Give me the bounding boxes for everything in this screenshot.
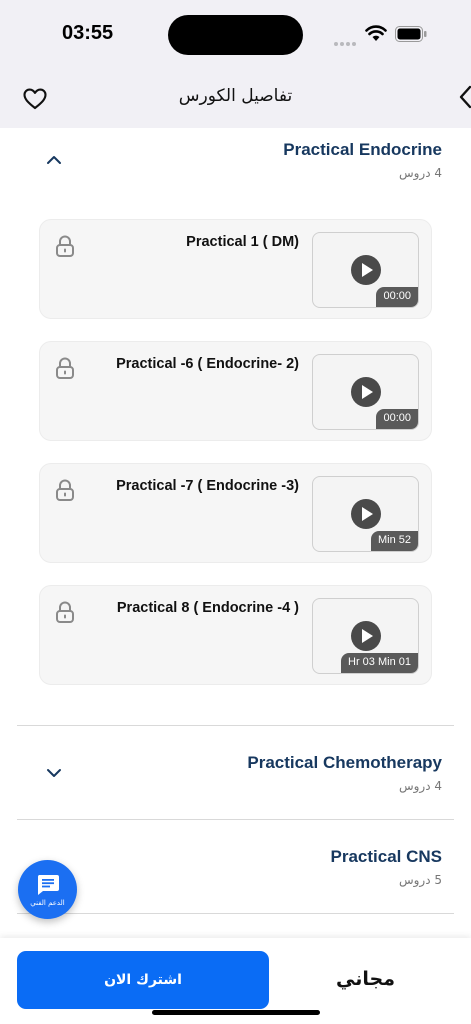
lesson-item[interactable]: Practical -7 ( Endocrine -3) Min 52 xyxy=(39,463,432,563)
support-label: الدعم الفني xyxy=(30,899,65,907)
lock-icon xyxy=(56,357,74,379)
lesson-item[interactable]: Practical 1 ( DM) 00:00 xyxy=(39,219,432,319)
page-title: تفاصيل الكورس xyxy=(178,86,293,106)
lesson-item[interactable]: Practical 8 ( Endocrine -4 ) Hr 03 Min 0… xyxy=(39,585,432,685)
lock-icon xyxy=(56,601,74,623)
price-label: مجاني xyxy=(336,968,395,990)
chevron-down-icon xyxy=(47,769,61,777)
lock-icon xyxy=(56,235,74,257)
section-lesson-count: 4 دروس xyxy=(398,166,442,180)
play-icon[interactable] xyxy=(351,255,381,285)
course-content: Practical Endocrine 4 دروس Practical 1 (… xyxy=(0,128,471,938)
duration-badge: Min 52 xyxy=(370,531,418,551)
wifi-icon xyxy=(365,25,387,41)
duration-badge: Hr 03 Min 01 xyxy=(341,653,418,673)
support-chat-button[interactable]: الدعم الفني xyxy=(18,860,77,919)
section-lesson-count: 5 دروس xyxy=(398,873,442,887)
chevron-up-icon xyxy=(47,156,61,164)
section-header-practical-chemotherapy[interactable]: Practical Chemotherapy 4 دروس xyxy=(0,753,471,813)
video-thumbnail[interactable]: Min 52 xyxy=(312,476,419,552)
duration-badge: 00:00 xyxy=(376,287,418,307)
video-thumbnail[interactable]: 00:00 xyxy=(312,232,419,308)
section-title: Practical Endocrine xyxy=(283,140,442,159)
chat-bubble-icon xyxy=(37,875,59,895)
cellular-signal-icon xyxy=(334,31,358,50)
video-thumbnail[interactable]: Hr 03 Min 01 xyxy=(312,598,419,674)
play-icon[interactable] xyxy=(351,621,381,651)
back-chevron-icon[interactable] xyxy=(458,84,471,110)
section-divider xyxy=(17,819,454,820)
status-bar: 03:55 xyxy=(0,0,471,78)
section-title: Practical Chemotherapy xyxy=(247,753,442,772)
bottom-action-bar: اشترك الان مجاني xyxy=(0,938,471,1024)
lesson-title: Practical 1 ( DM) xyxy=(186,234,299,250)
subscribe-now-button[interactable]: اشترك الان xyxy=(17,951,269,1009)
lock-icon xyxy=(56,479,74,501)
section-lesson-count: 4 دروس xyxy=(398,779,442,793)
status-time: 03:55 xyxy=(62,22,114,44)
home-indicator xyxy=(152,1010,320,1015)
lesson-title: Practical 8 ( Endocrine -4 ) xyxy=(116,600,299,616)
lesson-item[interactable]: Practical -6 ( Endocrine- 2) 00:00 xyxy=(39,341,432,441)
section-header-practical-endocrine[interactable]: Practical Endocrine 4 دروس xyxy=(0,140,471,200)
battery-icon xyxy=(395,26,427,42)
nav-header: تفاصيل الكورس xyxy=(0,78,471,128)
play-icon[interactable] xyxy=(351,499,381,529)
lesson-title: Practical -6 ( Endocrine- 2) xyxy=(116,356,299,372)
section-divider xyxy=(17,913,454,914)
section-divider xyxy=(17,725,454,726)
play-icon[interactable] xyxy=(351,377,381,407)
dynamic-island xyxy=(168,15,303,55)
duration-badge: 00:00 xyxy=(376,409,418,429)
lesson-title: Practical -7 ( Endocrine -3) xyxy=(116,478,299,494)
video-thumbnail[interactable]: 00:00 xyxy=(312,354,419,430)
section-title: Practical CNS xyxy=(330,847,443,866)
